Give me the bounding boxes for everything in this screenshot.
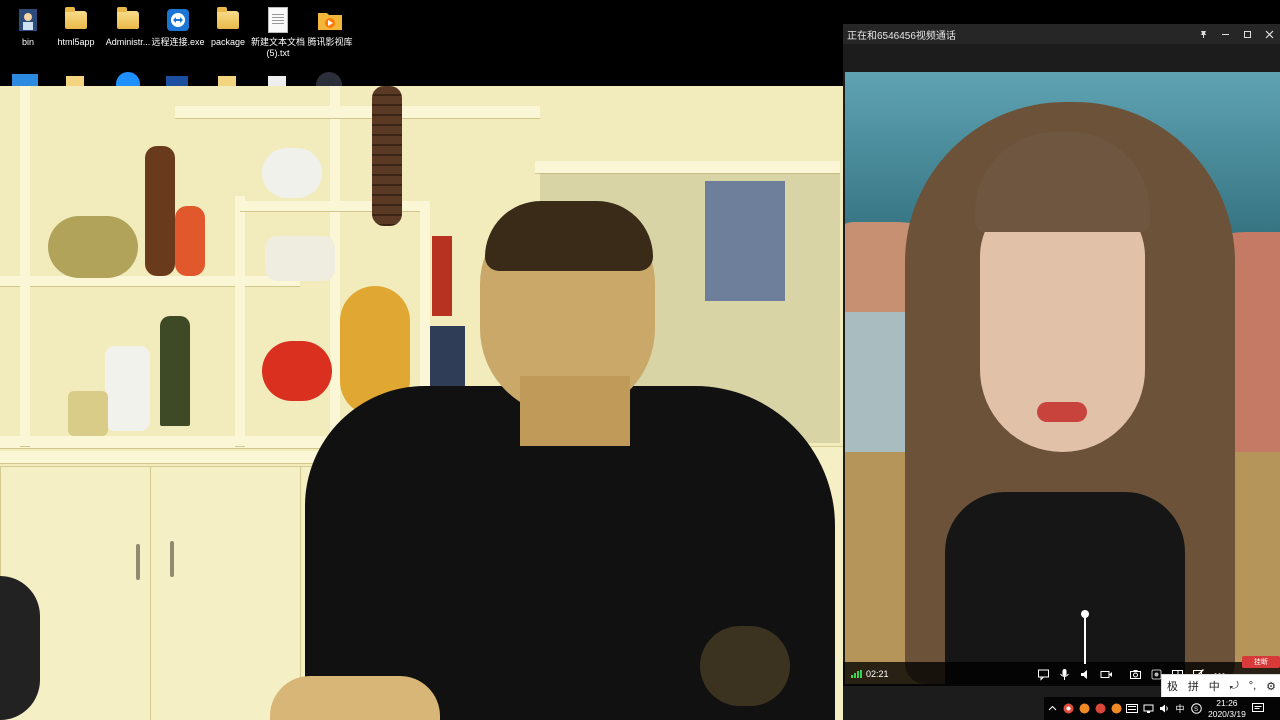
taskbar-clock[interactable]: 21:26 2020/3/19 — [1208, 698, 1246, 720]
desktop-icon-label: 远程连接.exe — [151, 37, 205, 47]
red-lantern-decoration — [262, 341, 332, 401]
screenshot-icon[interactable] — [1125, 664, 1146, 684]
vase-decoration — [105, 346, 150, 431]
person-lips — [1037, 402, 1087, 422]
call-title-bar[interactable]: 正在和6546456视频通话 — [843, 24, 1280, 44]
cabinet-door — [150, 466, 302, 720]
speaker-button[interactable] — [1075, 610, 1096, 684]
remote-video-feed — [845, 72, 1280, 684]
durian-decoration — [48, 216, 138, 278]
person-hair — [485, 201, 653, 271]
folder-icon — [215, 6, 241, 34]
box-on-shelf — [705, 181, 785, 301]
person-neck — [520, 376, 630, 446]
maximize-icon[interactable] — [1236, 24, 1258, 44]
pin-icon[interactable] — [1192, 24, 1214, 44]
ime-toolbar[interactable]: 极 拼 中 ⤾ °, ⚙ — [1161, 674, 1280, 698]
hidden-folder-icon[interactable] — [66, 76, 84, 86]
desktop-icon-label: Administr... — [105, 37, 151, 47]
desktop-icon-html5app[interactable]: html5app — [48, 6, 104, 48]
ime-settings-icon[interactable]: ⚙ — [1266, 680, 1276, 693]
prayer-beads-decoration — [372, 86, 402, 226]
chair-edge — [0, 576, 40, 720]
desktop-icon-label: bin — [21, 37, 34, 47]
minimize-icon[interactable] — [1214, 24, 1236, 44]
ime-punctuation-icon[interactable]: °, — [1249, 680, 1256, 692]
close-icon[interactable] — [1258, 24, 1280, 44]
teamviewer-icon — [165, 6, 191, 34]
local-video-feed — [0, 86, 843, 720]
desktop-icon-package[interactable]: package — [200, 6, 256, 48]
tray-app-icon[interactable] — [1060, 701, 1076, 717]
volume-slider-knob[interactable] — [1081, 610, 1089, 618]
ime-moon-icon[interactable]: ⤾ — [1230, 680, 1239, 693]
hidden-folder-icon[interactable] — [218, 76, 236, 86]
microphone-icon[interactable] — [1054, 664, 1075, 684]
champagne-bottle — [160, 316, 190, 426]
video-call-window[interactable]: 正在和6546456视频通话 02:21 挂断 — [843, 24, 1280, 720]
chat-icon[interactable] — [1033, 664, 1054, 684]
user-profile-icon — [15, 6, 41, 34]
tray-app-icon[interactable] — [1108, 701, 1124, 717]
desktop-icon-administrator[interactable]: Administr... — [100, 6, 156, 48]
network-icon[interactable] — [1140, 701, 1156, 717]
desktop-icon-remote-connect[interactable]: 远程连接.exe — [150, 6, 206, 48]
folder-user-icon — [115, 6, 141, 34]
system-tray: 中 S 21:26 2020/3/19 — [1044, 697, 1280, 720]
call-duration: 02:21 — [866, 669, 889, 679]
clock-date: 2020/3/19 — [1208, 708, 1246, 719]
volume-icon[interactable] — [1156, 701, 1172, 717]
violin-decoration — [145, 146, 175, 276]
camera-toggle-icon[interactable] — [1096, 664, 1117, 684]
text-file-icon — [265, 6, 291, 34]
cat-mask-decoration — [262, 148, 322, 198]
keyboard-icon[interactable] — [1124, 701, 1140, 717]
desktop-icon-tencent-video[interactable]: 腾讯影视库 — [302, 6, 358, 48]
volume-slider-track — [1084, 614, 1086, 664]
desktop-icon-label: package — [210, 37, 246, 47]
person-shirt — [945, 492, 1185, 684]
tray-app-icon[interactable] — [1092, 701, 1108, 717]
hidden-app-icon[interactable] — [166, 76, 188, 86]
hidden-desktop-icon[interactable] — [12, 74, 38, 86]
cup-decoration — [68, 391, 108, 436]
speaker-icon — [1081, 669, 1087, 679]
svg-text:S: S — [1194, 707, 1198, 713]
person-hand — [270, 676, 440, 720]
cat-figurines — [265, 236, 335, 281]
signal-strength-icon — [851, 670, 862, 678]
notification-icon[interactable] — [1250, 701, 1266, 717]
ime-indicator[interactable]: 中 — [1172, 701, 1188, 717]
figurine-decoration — [175, 206, 205, 276]
ime-pinyin[interactable]: 拼 — [1188, 678, 1199, 694]
hidden-file-icon[interactable] — [268, 76, 286, 86]
desktop-icon-label: 腾讯影视库 — [307, 37, 353, 47]
volume-slider[interactable] — [1081, 610, 1089, 664]
hangup-button[interactable]: 挂断 — [1242, 656, 1280, 668]
ime-mode-extreme[interactable]: 极 — [1167, 678, 1178, 694]
video-library-folder-icon — [317, 6, 343, 34]
tray-app-icon[interactable] — [1076, 701, 1092, 717]
folder-icon — [63, 6, 89, 34]
clock-time: 21:26 — [1216, 697, 1238, 708]
desktop-icon-label: 新建文本文档 (5).txt — [250, 37, 305, 58]
hidden-app-icon[interactable] — [316, 72, 342, 86]
hidden-browser-icon[interactable] — [116, 72, 140, 86]
call-window-title: 正在和6546456视频通话 — [847, 30, 956, 42]
red-canister — [432, 236, 452, 316]
chevron-up-icon[interactable] — [1044, 701, 1060, 717]
input-method-icon[interactable]: S — [1188, 701, 1204, 717]
speaker-object — [700, 626, 790, 706]
ime-chinese[interactable]: 中 — [1209, 678, 1220, 694]
desktop-icon-label: html5app — [57, 37, 95, 47]
desktop-icon-new-text-file[interactable]: 新建文本文档 (5).txt — [250, 6, 306, 59]
